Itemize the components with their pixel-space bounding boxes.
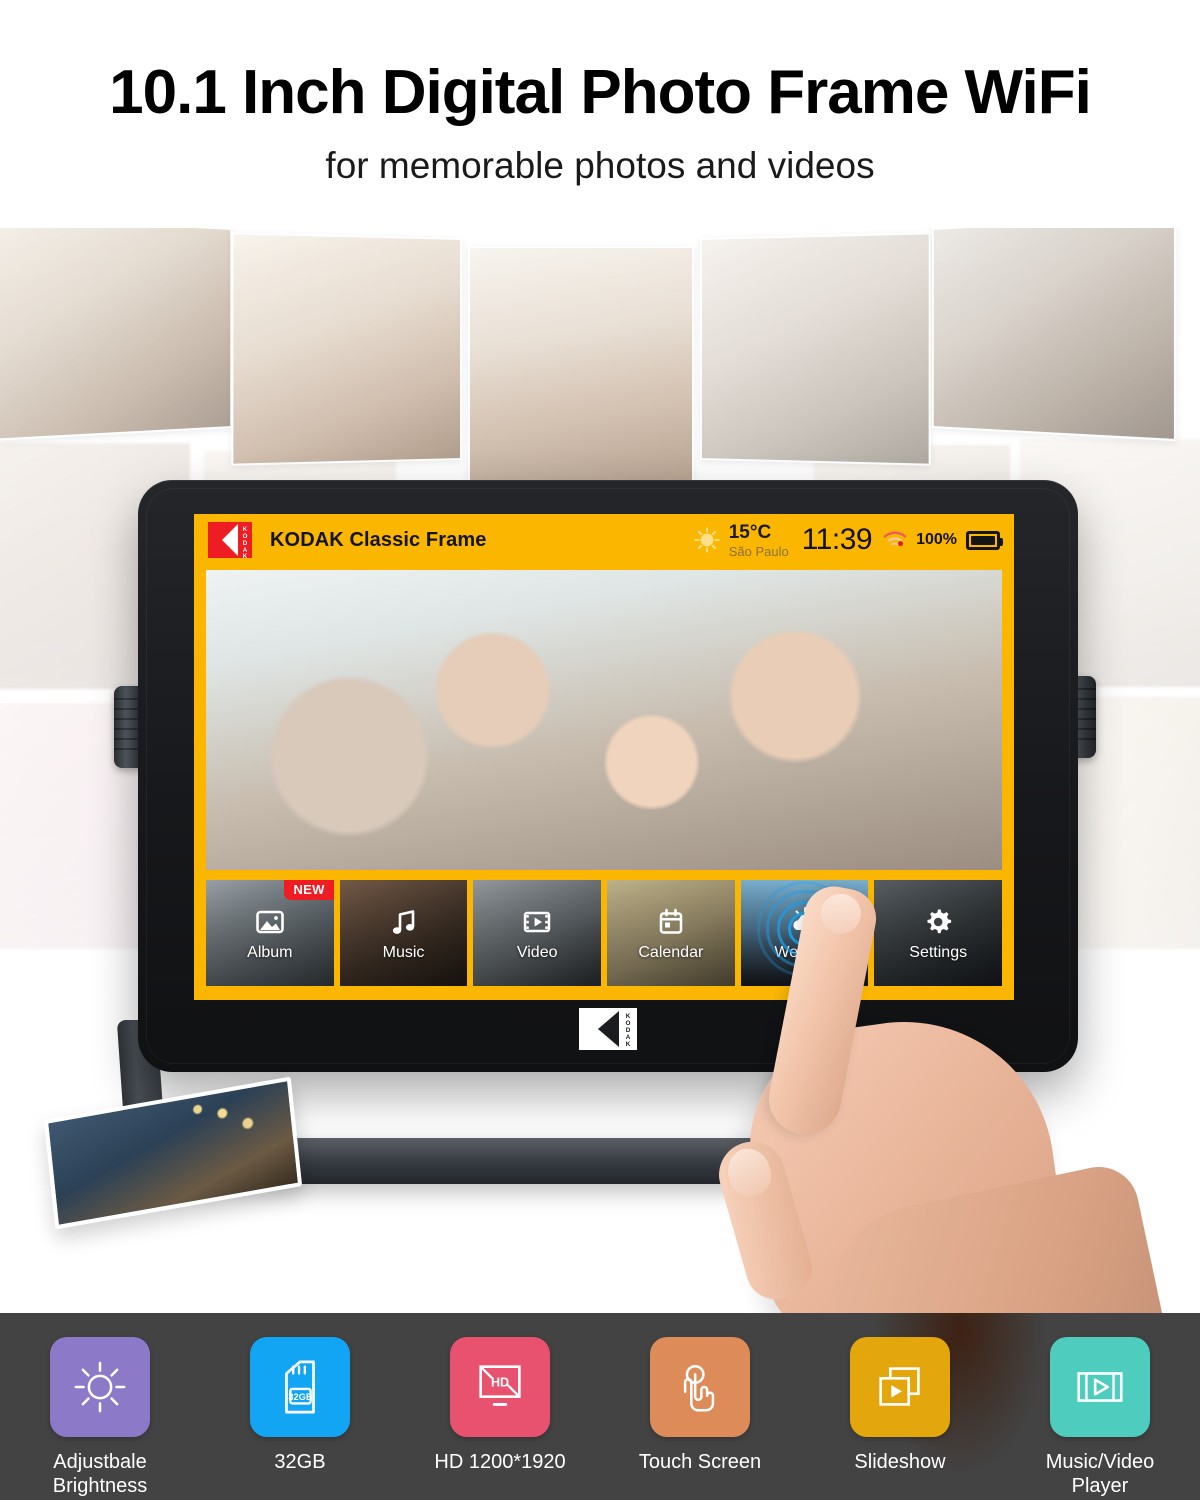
feature-icon-box — [850, 1337, 950, 1437]
brightness-sun-icon — [71, 1358, 129, 1416]
feature-label: Adjustbale Brightness — [52, 1451, 148, 1498]
feature-adjustable-brightness: Adjustbale Brightness — [10, 1337, 190, 1499]
app-tile-label: Music — [382, 943, 425, 961]
app-tile-label: Video — [516, 943, 558, 961]
battery-percent: 100% — [916, 531, 957, 548]
feature-label: Slideshow — [854, 1451, 946, 1473]
page-subtitle: for memorable photos and videos — [325, 145, 875, 187]
app-title: KODAK Classic Frame — [270, 528, 487, 551]
feature-bar: Adjustbale Brightness 32GB 32GB HD HD 12… — [0, 1313, 1200, 1500]
app-tile-video[interactable]: Video — [473, 880, 602, 986]
kodak-logo-white: K O D A K — [579, 1008, 637, 1050]
weather-readout: 15°C São Paulo — [729, 523, 789, 558]
feature-icon-box — [50, 1337, 150, 1437]
slideshow-photo-image — [206, 570, 1002, 870]
new-badge: NEW — [284, 880, 334, 900]
app-tile-label: Album — [247, 943, 293, 961]
feature-label: HD 1200*1920 — [434, 1451, 566, 1473]
feature-32gb: 32GB 32GB — [210, 1337, 390, 1474]
svg-text:O: O — [626, 1020, 631, 1027]
sd-card-icon: 32GB — [271, 1358, 329, 1416]
feature-icon-box: HD — [450, 1337, 550, 1437]
svg-text:D: D — [626, 1027, 631, 1034]
feature-slideshow: Slideshow — [810, 1337, 990, 1474]
feature-music-video-player: Music/Video Player — [1010, 1337, 1190, 1499]
wifi-icon — [883, 531, 907, 549]
feature-label: Touch Screen — [638, 1451, 762, 1473]
hero-section: 10.1 Inch Digital Photo Frame WiFi for m… — [0, 0, 1200, 225]
battery-full-icon — [966, 530, 1003, 550]
sun-icon — [694, 527, 720, 553]
feature-label: 32GB — [274, 1451, 326, 1473]
clock: 11:39 — [801, 523, 873, 556]
page-title: 10.1 Inch Digital Photo Frame WiFi — [109, 58, 1092, 127]
touch-hand-icon — [671, 1358, 729, 1416]
svg-text:K: K — [243, 526, 248, 533]
svg-text:O: O — [243, 533, 248, 540]
feature-icon-box — [650, 1337, 750, 1437]
pointing-hand — [690, 881, 1184, 1481]
status-bar-right: 15°C São Paulo 11:39 100% — [694, 523, 1003, 558]
printed-photo — [43, 1076, 303, 1230]
slideshow-photo[interactable] — [206, 570, 1002, 870]
svg-text:D: D — [243, 540, 248, 547]
svg-text:K: K — [626, 1013, 631, 1020]
slideshow-icon — [871, 1358, 929, 1416]
svg-text:K: K — [626, 1041, 631, 1048]
svg-text:HD: HD — [491, 1376, 509, 1390]
image-icon — [253, 905, 287, 939]
weather-temperature: 15°C — [728, 521, 772, 543]
finger-nail — [817, 890, 865, 938]
hd-monitor-icon: HD — [471, 1358, 529, 1416]
music-note-icon — [387, 905, 421, 939]
app-tile-music[interactable]: Music — [339, 880, 468, 986]
calendar-icon — [654, 905, 688, 939]
thumb-nail — [722, 1143, 777, 1202]
kodak-logo: K O D A K — [208, 522, 252, 560]
svg-text:K: K — [243, 553, 248, 558]
feature-label: Music/Video Player — [1045, 1451, 1155, 1498]
svg-text:32GB: 32GB — [288, 1392, 313, 1402]
feature-touch-screen: Touch Screen — [610, 1337, 790, 1474]
feature-icon-box — [1050, 1337, 1150, 1437]
feature-icon-box: 32GB — [250, 1337, 350, 1437]
status-bar: K O D A K KODAK Classic Frame 15°C São P… — [194, 514, 1014, 566]
feature-hd-resolution: HD HD 1200*1920 — [410, 1337, 590, 1474]
weather-location: São Paulo — [728, 543, 789, 559]
film-play-icon — [520, 905, 554, 939]
app-tile-album[interactable]: NEW Album — [206, 880, 334, 986]
svg-text:A: A — [626, 1034, 631, 1041]
film-play-icon — [1071, 1358, 1129, 1416]
